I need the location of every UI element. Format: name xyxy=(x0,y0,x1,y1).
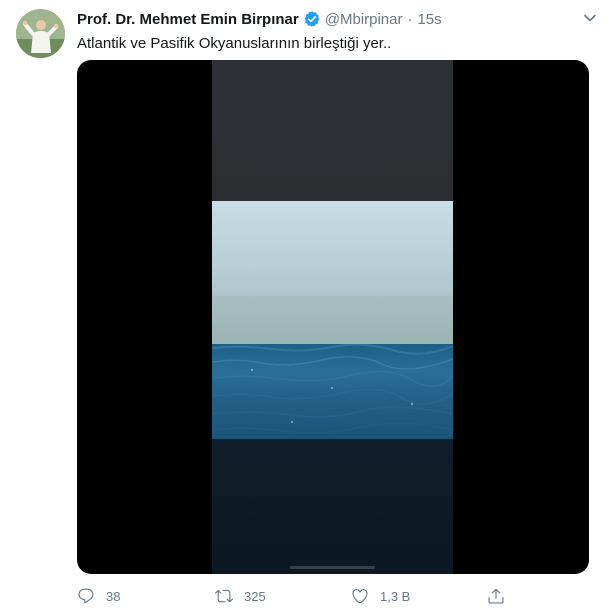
tweet-text: Atlantik ve Pasifik Okyanuslarının birle… xyxy=(77,35,392,52)
tweet-card[interactable]: Prof. Dr. Mehmet Emin Birpınar @Mbirpina… xyxy=(0,0,616,616)
video-lower-area xyxy=(212,439,453,574)
tweet-actions: 38 325 1,3 B xyxy=(77,583,517,609)
share-button[interactable] xyxy=(487,587,505,605)
sky-region xyxy=(212,201,453,296)
heart-icon xyxy=(351,587,369,605)
sea-waves xyxy=(212,344,453,434)
author-handle[interactable]: @Mbirpinar xyxy=(325,11,403,28)
avatar[interactable] xyxy=(16,9,65,58)
tweet-timestamp[interactable]: 15s xyxy=(417,11,441,28)
horizon-region xyxy=(212,296,453,344)
retweet-icon xyxy=(215,587,233,605)
tweet-header: Prof. Dr. Mehmet Emin Birpınar @Mbirpina… xyxy=(77,9,442,29)
video-player[interactable] xyxy=(77,60,589,574)
like-count: 1,3 B xyxy=(380,588,411,604)
chevron-down-icon[interactable] xyxy=(582,10,598,26)
share-icon xyxy=(487,587,505,605)
retweet-button[interactable]: 325 xyxy=(215,587,266,605)
video-thumbnail-scene xyxy=(212,201,453,439)
retweet-count: 325 xyxy=(244,588,266,604)
reply-button[interactable]: 38 xyxy=(77,587,120,605)
like-button[interactable]: 1,3 B xyxy=(351,587,410,605)
reply-icon xyxy=(77,587,95,605)
reply-count: 38 xyxy=(106,588,121,604)
verified-badge-icon xyxy=(303,10,321,28)
author-display-name[interactable]: Prof. Dr. Mehmet Emin Birpınar xyxy=(77,11,299,28)
video-progress-bar[interactable] xyxy=(290,566,375,569)
header-separator: · xyxy=(407,10,413,28)
video-frame xyxy=(212,60,453,574)
